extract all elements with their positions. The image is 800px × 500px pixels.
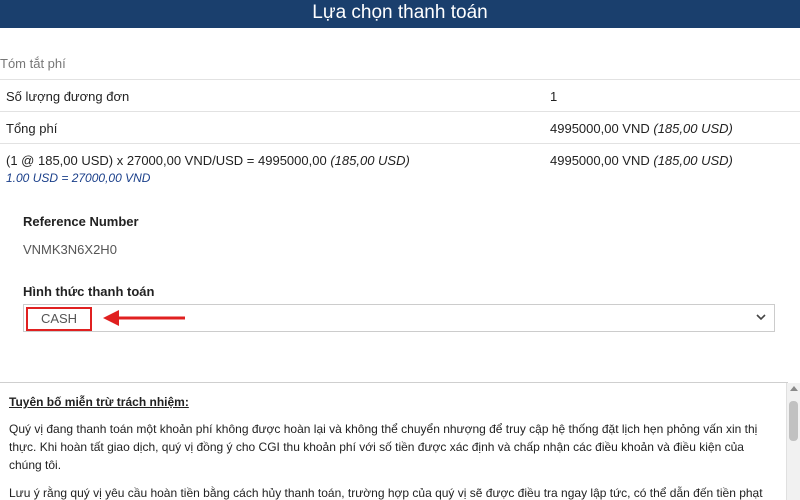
disclaimer-paragraph: Lưu ý rằng quý vị yêu cầu hoàn tiền bằng… [9, 486, 763, 500]
fee-calculation-formula: (1 @ 185,00 USD) x 27000,00 VND/USD = 49… [6, 153, 327, 168]
fee-calculation: (1 @ 185,00 USD) x 27000,00 VND/USD = 49… [6, 153, 410, 168]
total-fee-usd: (185,00 USD) [653, 121, 733, 136]
fee-calculation-value-usd: (185,00 USD) [653, 153, 733, 168]
applicant-count-label: Số lượng đương đơn [6, 89, 130, 104]
total-fee-vnd: 4995000,00 VND [550, 121, 650, 136]
page-header: Lựa chọn thanh toán [0, 0, 800, 28]
payment-method-title: Hình thức thanh toán [23, 284, 155, 299]
disclaimer-scrollbar[interactable] [786, 383, 800, 500]
total-fee-value: 4995000,00 VND (185,00 USD) [550, 121, 733, 136]
fee-calculation-value: 4995000,00 VND (185,00 USD) [550, 153, 733, 168]
divider [0, 79, 800, 80]
disclaimer-title: Tuyên bố miễn trừ trách nhiệm: [9, 395, 189, 409]
disclaimer-panel: Tuyên bố miễn trừ trách nhiệm: Quý vị đa… [0, 383, 786, 500]
exchange-rate: 1.00 USD = 27000,00 VND [6, 171, 151, 185]
scroll-thumb[interactable] [789, 401, 798, 441]
arrow-left-icon [103, 310, 185, 326]
divider [0, 111, 800, 112]
page-title: Lựa chọn thanh toán [312, 2, 488, 23]
divider [0, 143, 800, 144]
chevron-down-icon [756, 314, 766, 321]
fee-calculation-usd: (185,00 USD) [330, 153, 410, 168]
fee-calculation-vnd: 4995000,00 VND [550, 153, 650, 168]
applicant-count-value: 1 [550, 89, 558, 104]
scroll-up-icon[interactable] [790, 386, 798, 391]
fee-summary-label: Tóm tắt phí [0, 56, 66, 71]
reference-number-value: VNMK3N6X2H0 [23, 242, 117, 257]
disclaimer-paragraph: Quý vị đang thanh toán một khoản phí khô… [9, 422, 758, 472]
total-fee-label: Tổng phí [6, 121, 58, 136]
reference-number-title: Reference Number [23, 214, 139, 229]
payment-method-selected-value: CASH [26, 307, 92, 331]
